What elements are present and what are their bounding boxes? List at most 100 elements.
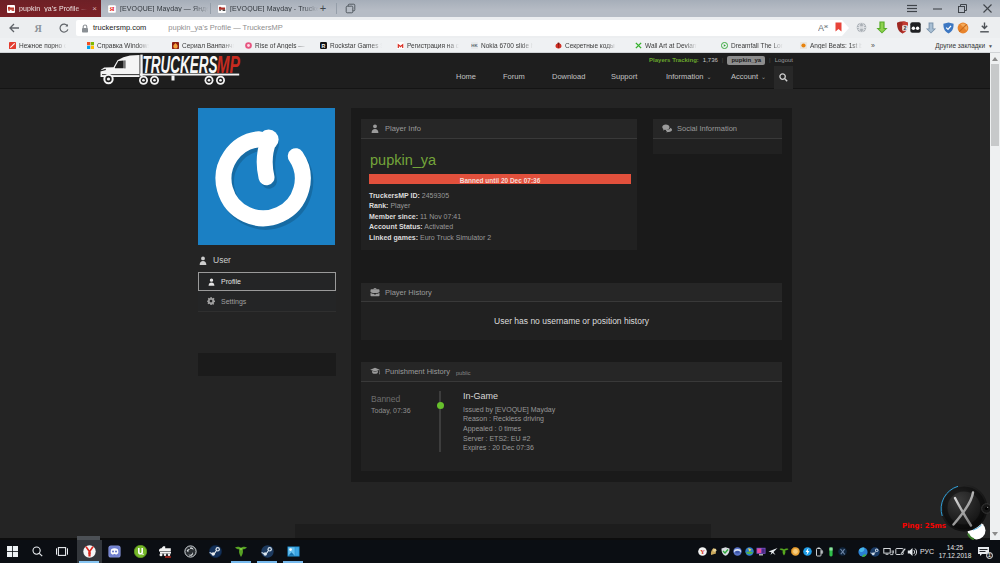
browser-menu-icon[interactable]: [907, 4, 917, 13]
taskbar-clock[interactable]: 14:2517.12.2018: [938, 544, 972, 559]
extension-globe-icon[interactable]: [856, 22, 867, 33]
nav-information[interactable]: Information⌄: [666, 72, 712, 81]
profile-username: pupkin_ya: [370, 152, 631, 168]
extension-downloader-icon[interactable]: [925, 22, 937, 34]
tray-usb-green[interactable]: [826, 547, 836, 557]
extension-shield-check-icon[interactable]: [943, 22, 954, 34]
address-bar-text[interactable]: truckersmp.compupkin_ya's Profile — Truc…: [93, 23, 283, 32]
tray-green-bird[interactable]: [779, 547, 789, 557]
logout-link[interactable]: Logout: [775, 57, 793, 63]
action-center-button[interactable]: 1: [977, 546, 990, 557]
tray-steam[interactable]: [870, 547, 881, 557]
gear-icon: [207, 297, 215, 305]
bookmark-5[interactable]: RRockstar Games So: [320, 40, 383, 51]
downloads-button[interactable]: [979, 22, 990, 33]
browser-scrollbar[interactable]: [990, 53, 1000, 540]
timeline-dot: [437, 402, 444, 409]
punishment-expires: Expires : 20 Dec 07:36: [463, 444, 555, 454]
sidebar-item-profile[interactable]: Profile: [198, 272, 336, 291]
scrollbar-thumb[interactable]: [991, 64, 999, 146]
bookmark-7[interactable]: HKNokia 6700 slide h: [471, 40, 534, 51]
sidebar-user-header: User: [199, 255, 231, 265]
tray-battery[interactable]: [814, 547, 824, 557]
tray-idm[interactable]: [744, 547, 754, 557]
bookmark-1[interactable]: Нежное порно с: [9, 40, 67, 51]
history-empty-text: User has no username or position history: [494, 316, 649, 326]
tab-close-icon[interactable]: ×: [92, 5, 97, 13]
header-meta: Players Tracking: 1,736 | pupkin_ya | Lo…: [649, 56, 793, 65]
address-bar-tail: [842, 20, 849, 36]
bookmark-4[interactable]: Rise of Angels — в: [245, 40, 308, 51]
bookmark-label: Нежное порно с: [19, 42, 67, 49]
username-badge[interactable]: pupkin_ya: [727, 56, 765, 65]
tray-amber[interactable]: [791, 547, 801, 557]
tray-sphere[interactable]: [857, 547, 868, 557]
extension-tampermonkey-icon[interactable]: [910, 22, 921, 33]
nav-account[interactable]: Account⌄: [731, 72, 766, 81]
tray-monitor-purple[interactable]: [756, 547, 766, 557]
back-button[interactable]: [9, 23, 20, 33]
window-minimize-button[interactable]: [933, 4, 942, 13]
scrollbar-down-arrow[interactable]: [992, 532, 998, 536]
nav-support[interactable]: Support: [611, 72, 637, 81]
tray-yandex[interactable]: Y: [697, 547, 707, 557]
browser-tab-3[interactable]: [EVOQUE] Mayday - Trucke: [211, 0, 321, 17]
yandex-alice-button[interactable]: Я: [33, 22, 43, 33]
bookmark-3[interactable]: Сериал Ванпанчм: [172, 40, 235, 51]
sidebar-item-label: Settings: [221, 298, 246, 305]
bookmark-2[interactable]: Справка Windows: [87, 40, 150, 51]
bookmark-9[interactable]: Wall Art at Deviant: [635, 40, 698, 51]
bookmark-flag-icon[interactable]: [835, 22, 842, 32]
white-plane-icon: [768, 547, 778, 556]
tray-dark-x[interactable]: [837, 547, 847, 557]
browser-tab-2[interactable]: Я [EVOQUE] Mayday — Янде: [101, 0, 211, 17]
nav-download[interactable]: Download: [552, 72, 585, 81]
windows-taskbar: Y РУС 14:2517.12.2018 1: [0, 540, 1000, 563]
chevron-down-icon: ⌄: [707, 74, 712, 80]
tab-list-icon[interactable]: [345, 3, 356, 14]
tray-pen[interactable]: [894, 547, 906, 557]
tray-torch[interactable]: [709, 547, 719, 557]
punishment-history-header: Punishment History public: [361, 362, 782, 382]
punishment-history-panel: Punishment History public Banned Today, …: [361, 362, 782, 471]
bookmarks-overflow-chevron[interactable]: »: [871, 42, 875, 49]
nav-home[interactable]: Home: [456, 72, 476, 81]
clock-date: 17.12.2018: [938, 552, 972, 560]
bookmark-6[interactable]: Регистрация на са: [397, 40, 460, 51]
field-linked-games: Linked games: Euro Truck Simulator 2: [369, 234, 631, 244]
tray-disc[interactable]: [732, 547, 742, 557]
scrollbar-up-arrow[interactable]: [992, 57, 998, 61]
tray-flux[interactable]: [803, 547, 813, 557]
bookmark-label: Rockstar Games So: [330, 42, 383, 49]
tab-title: pupkin_ya's Profile — Tru: [19, 5, 90, 12]
overlay-x-widget[interactable]: [930, 478, 990, 540]
lock-icon[interactable]: [81, 24, 89, 33]
bookmark-11[interactable]: Angel Beats: 1st be: [800, 40, 863, 51]
svg-text:HK: HK: [471, 43, 478, 48]
bookmark-favicon: [555, 42, 562, 49]
bookmark-10[interactable]: Dreamfall The Lon: [721, 40, 784, 51]
search-button[interactable]: [774, 66, 793, 89]
translate-icon[interactable]: Aж: [818, 22, 830, 33]
extension-savefrom-icon[interactable]: [876, 21, 888, 34]
browser-tab-active[interactable]: pupkin_ya's Profile — Tru ×: [0, 0, 101, 17]
reload-button[interactable]: [58, 22, 69, 33]
bookmark-8[interactable]: Секретные коды N: [555, 40, 618, 51]
language-indicator[interactable]: РУС: [920, 548, 934, 555]
tray-plane[interactable]: [768, 547, 778, 557]
tray-network[interactable]: [882, 547, 894, 557]
svg-text:Y: Y: [700, 548, 705, 555]
nav-forum[interactable]: Forum: [503, 72, 525, 81]
bookmark-favicon: [635, 42, 642, 49]
tray-shield[interactable]: [720, 547, 730, 557]
other-bookmarks-button[interactable]: Другие закладки▼: [935, 42, 993, 49]
extension-adguard-icon[interactable]: 2: [896, 21, 909, 34]
window-restore-button[interactable]: [958, 4, 967, 13]
player-info-panel: Player Info pupkin_ya Banned until 20 De…: [361, 119, 637, 250]
extension-adblock-off-icon[interactable]: [957, 22, 969, 34]
bookmark-label: Сериал Ванпанчм: [182, 42, 235, 49]
sidebar-item-settings[interactable]: Settings: [198, 291, 336, 311]
new-tab-button[interactable]: +: [316, 2, 330, 15]
window-close-button[interactable]: [983, 4, 992, 13]
tray-volume[interactable]: [906, 547, 919, 557]
